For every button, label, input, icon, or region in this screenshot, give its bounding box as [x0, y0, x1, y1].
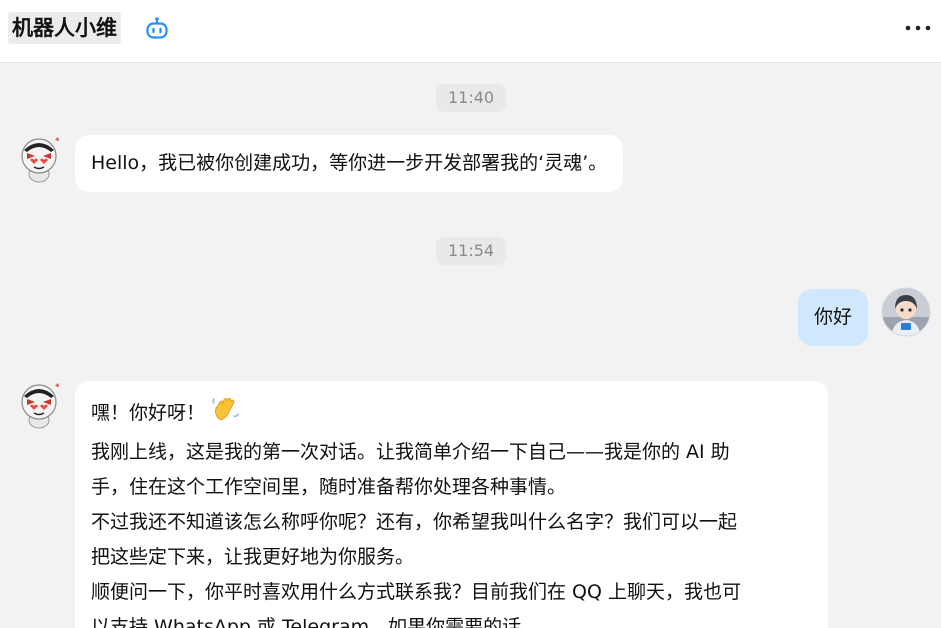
user-message-bubble: 你好: [798, 289, 869, 346]
bot-message-bubble: Hello，我已被你创建成功，等你进一步开发部署我的‘灵魂’。: [75, 135, 624, 192]
message-line: 把这些定下来，让我更好地为你服务。: [91, 546, 415, 568]
timestamp: 11:40: [436, 84, 507, 112]
bot-message-bubble: 嘿！你好呀！ 我刚上线，这是我的第一次对话。让我简单介绍一下自己——我是你的 A…: [75, 381, 828, 628]
more-dots-icon: [905, 25, 931, 31]
message-line: 我刚上线，这是我的第一次对话。让我简单介绍一下自己——我是你的 AI 助: [91, 441, 730, 463]
chat-header: 机器人小维: [0, 0, 941, 63]
chat-window: 机器人小维 11:40 Hello，我已被你创建成功，等你进一步开发部署我的‘灵…: [0, 0, 941, 628]
message-line: 嘿！你好呀！: [91, 395, 812, 435]
user-avatar[interactable]: [881, 287, 931, 337]
bot-avatar[interactable]: [15, 380, 65, 430]
greeting-text: 嘿！你好呀！: [91, 402, 206, 424]
message-line: 不过我还不知道该怎么称呼你呢？还有，你希望我叫什么名字？我们可以一起: [91, 511, 738, 533]
more-options-button[interactable]: [902, 14, 934, 42]
bot-avatar[interactable]: [15, 134, 65, 184]
message-line: 以支持 WhatsApp 或 Telegram，如果你需要的话。: [91, 616, 541, 628]
message-line: 手，住在这个工作空间里，随时准备帮你处理各种事情。: [91, 476, 567, 498]
robot-icon[interactable]: [145, 16, 169, 40]
waving-hand-icon: [211, 395, 239, 435]
message-line: 顺便问一下，你平时喜欢用什么方式联系我？目前我们在 QQ 上聊天，我也可: [91, 581, 741, 603]
chat-title[interactable]: 机器人小维: [8, 12, 121, 44]
timestamp: 11:54: [436, 237, 507, 265]
